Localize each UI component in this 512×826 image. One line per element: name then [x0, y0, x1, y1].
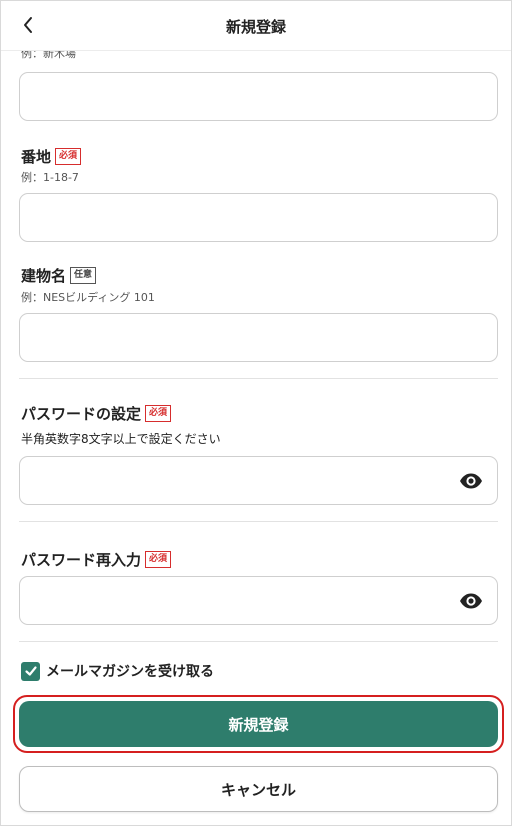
street-field[interactable] [19, 193, 498, 242]
password-confirm-label: パスワード再入力 必須 [21, 549, 172, 570]
required-badge: 必須 [145, 405, 172, 422]
street-label: 番地 必須 [21, 146, 82, 167]
town-example: 例：新木場 [21, 51, 76, 60]
newsletter-checkbox[interactable] [21, 661, 40, 681]
password-confirm-field[interactable] [19, 576, 498, 625]
town-field[interactable] [19, 72, 498, 121]
section-divider [19, 521, 498, 522]
page-title: 新規登録 [225, 18, 286, 36]
section-divider [19, 378, 498, 379]
required-badge: 必須 [55, 148, 82, 165]
checkmark-icon [24, 666, 37, 676]
password-label: パスワードの設定 必須 [21, 403, 172, 424]
password-input[interactable] [20, 457, 497, 504]
eye-icon[interactable] [459, 592, 483, 610]
town-input[interactable] [20, 73, 497, 120]
newsletter-label: メールマガジンを受け取る [46, 664, 214, 680]
register-button[interactable]: 新規登録 [19, 701, 498, 747]
section-divider [19, 641, 498, 642]
cancel-button[interactable]: キャンセル [19, 766, 498, 812]
password-field[interactable] [19, 456, 498, 505]
building-example: 例：NESビルディング 101 [21, 291, 155, 304]
password-hint: 半角英数字8文字以上で設定ください [21, 432, 221, 446]
app-header: 新規登録 [1, 1, 511, 51]
required-badge: 必須 [145, 551, 172, 568]
eye-icon[interactable] [459, 472, 483, 490]
registration-screen: 新規登録 例：新木場 番地 必須 例：1-18-7 建物名 任意 例：NESビル… [0, 0, 512, 826]
building-input[interactable] [20, 314, 497, 361]
building-field[interactable] [19, 313, 498, 362]
password-confirm-input[interactable] [20, 577, 497, 624]
optional-badge: 任意 [70, 267, 97, 284]
street-example: 例：1-18-7 [21, 171, 79, 184]
building-label: 建物名 任意 [21, 265, 97, 286]
newsletter-option[interactable]: メールマガジンを受け取る [21, 661, 214, 681]
street-input[interactable] [20, 194, 497, 241]
